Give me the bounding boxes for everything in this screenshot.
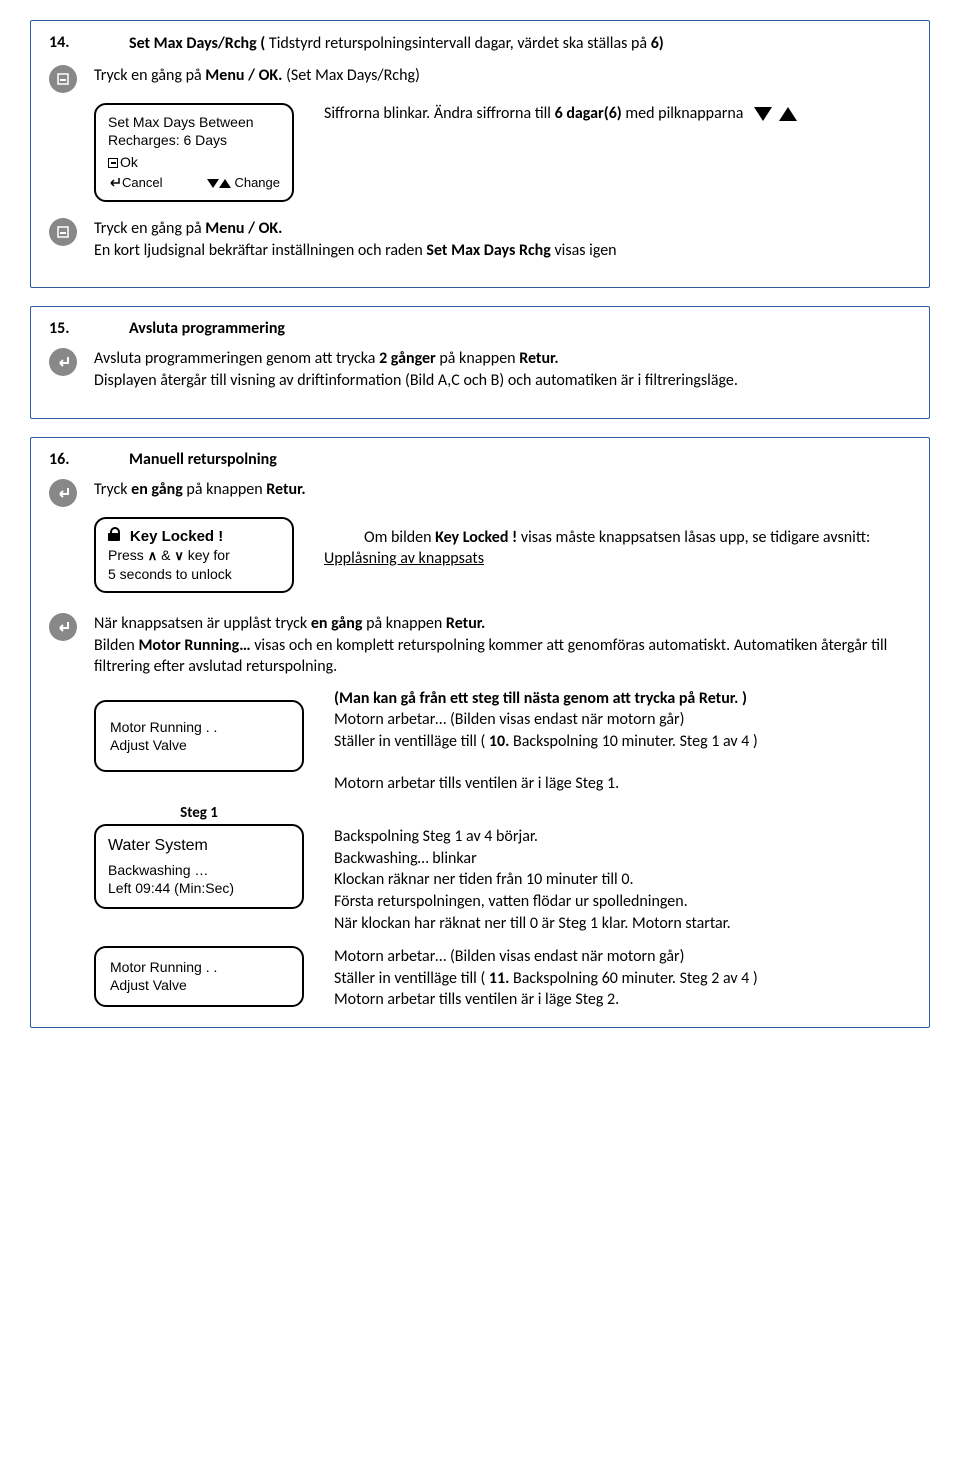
m1-t1: Motorn arbetar… (Bilden visas endast när… bbox=[334, 709, 911, 731]
menu-ok-icon bbox=[49, 65, 77, 93]
after-line1: När knappsatsen är upplåst tryck en gång… bbox=[94, 613, 911, 635]
s15-line2: Displayen återgår till visning av drifti… bbox=[94, 370, 738, 392]
ws-right: Backspolning Steg 1 av 4 börjar. Backwas… bbox=[334, 798, 911, 934]
lcd-water-system: Water System Backwashing … Left 09:44 (M… bbox=[94, 824, 304, 909]
left-lcd-col-2: Steg 1 Water System Backwashing … Left 0… bbox=[94, 798, 304, 909]
lcd-keylocked: Key Locked ! Press ∧ & ∨ key for 5 secon… bbox=[94, 517, 294, 594]
menu-icon-col-2 bbox=[49, 218, 94, 246]
section-14: 14. Set Max Days/Rchg ( Tidstyrd retursp… bbox=[30, 20, 930, 288]
menu-icon-col bbox=[49, 65, 94, 93]
lcd-line2: Recharges: 6 Days bbox=[108, 131, 280, 149]
keylock-right-text: Om bilden Key Locked ! visas måste knapp… bbox=[324, 517, 911, 570]
s16-press-text: Tryck en gång på knappen Retur. bbox=[94, 479, 306, 501]
section-number: 15. bbox=[49, 319, 129, 338]
return-icon-col-2 bbox=[49, 479, 94, 507]
lcd-and-instruction: Set Max Days Between Recharges: 6 Days O… bbox=[94, 103, 911, 203]
confirm-signal-text: En kort ljudsignal bekräftar inställning… bbox=[94, 240, 617, 262]
small-up-icon bbox=[219, 179, 231, 188]
lcd-motor2-l2: Adjust Valve bbox=[110, 976, 288, 994]
s15-text: Avsluta programmeringen genom att trycka… bbox=[94, 348, 738, 391]
ws-l2: Backwashing … bbox=[108, 861, 290, 879]
press-menu-row-2: Tryck en gång på Menu / OK. En kort ljud… bbox=[49, 218, 911, 261]
s15-line1: Avsluta programmeringen genom att trycka… bbox=[94, 348, 738, 370]
section-number: 16. bbox=[49, 450, 129, 469]
heading-text: Avsluta programmering bbox=[129, 319, 285, 338]
confirm-text-block: Tryck en gång på Menu / OK. En kort ljud… bbox=[94, 218, 617, 261]
motor1-right: (Man kan gå från ett steg till nästa gen… bbox=[334, 688, 911, 794]
step1-label: Steg 1 bbox=[94, 804, 304, 822]
after-line2: Bilden Motor Running… visas och en kompl… bbox=[94, 635, 911, 678]
chevron-down-icon: ∨ bbox=[174, 548, 184, 565]
ws-t5: När klockan har räknat ner till 0 är Ste… bbox=[334, 913, 911, 935]
keylock-row: Key Locked ! Press ∧ & ∨ key for 5 secon… bbox=[94, 517, 911, 594]
press-menu-row-1: Tryck en gång på Menu / OK. (Set Max Day… bbox=[49, 65, 911, 93]
ws-t1: Backspolning Steg 1 av 4 börjar. bbox=[334, 826, 911, 848]
return-icon bbox=[49, 348, 77, 376]
lcd-ok-icon bbox=[108, 158, 118, 168]
ws-t4: Första returspolningen, vatten flödar ur… bbox=[334, 891, 911, 913]
keylock-l2: Press ∧ & ∨ key for bbox=[108, 546, 280, 565]
ws-l1: Water System bbox=[108, 836, 290, 857]
keylock-l3: 5 seconds to unlock bbox=[108, 565, 280, 583]
m1-gap: Motorn arbetar tills ventilen är i läge … bbox=[334, 773, 911, 795]
chevron-up-icon: ∧ bbox=[148, 548, 158, 565]
lcd-change: Change bbox=[207, 175, 280, 192]
lcd-ok-row: Ok bbox=[108, 153, 280, 171]
arrow-down-icon bbox=[754, 107, 772, 121]
return-icon-col bbox=[49, 348, 94, 376]
m2-t3: Motorn arbetar tills ventilen är i läge … bbox=[334, 989, 911, 1011]
lcd-motor1-l2: Adjust Valve bbox=[110, 736, 288, 754]
heading-14: 14. Set Max Days/Rchg ( Tidstyrd retursp… bbox=[49, 33, 911, 55]
lcd-motor-2: Motor Running . . Adjust Valve bbox=[94, 946, 304, 1006]
small-down-icon bbox=[207, 179, 219, 188]
lcd-motor2-l1: Motor Running . . bbox=[110, 958, 288, 976]
return-icon-col-3 bbox=[49, 613, 94, 641]
menu-ok-icon bbox=[49, 218, 77, 246]
return-icon bbox=[49, 613, 77, 641]
section-16: 16. Manuell returspolning Tryck en gång … bbox=[30, 437, 930, 1028]
heading-16: 16. Manuell returspolning bbox=[49, 450, 911, 469]
bold-instruction: (Man kan gå från ett steg till nästa gen… bbox=[334, 688, 911, 710]
change-digits-text: Siffrorna blinkar. Ändra siffrorna till … bbox=[324, 103, 911, 125]
return-icon bbox=[49, 479, 77, 507]
heading-15: 15. Avsluta programmering bbox=[49, 319, 911, 338]
s16-after-row: När knappsatsen är upplåst tryck en gång… bbox=[49, 613, 911, 678]
m2-t1: Motorn arbetar… (Bilden visas endast när… bbox=[334, 946, 911, 968]
lock-icon bbox=[108, 527, 120, 541]
heading-text: Manuell returspolning bbox=[129, 450, 277, 469]
lcd-line1: Set Max Days Between bbox=[108, 113, 280, 131]
lcd-motor1-l1: Motor Running . . bbox=[110, 718, 288, 736]
motor2-right: Motorn arbetar… (Bilden visas endast när… bbox=[334, 946, 911, 1011]
s16-press-row: Tryck en gång på knappen Retur. bbox=[49, 479, 911, 507]
lcd-bottom-row: Cancel Change bbox=[108, 175, 280, 192]
section-number: 14. bbox=[49, 33, 129, 52]
water-system-block: Steg 1 Water System Backwashing … Left 0… bbox=[94, 798, 911, 934]
motor-block-2: Motor Running . . Adjust Valve Motorn ar… bbox=[94, 946, 911, 1011]
arrow-up-icon bbox=[779, 107, 797, 121]
section-15: 15. Avsluta programmering Avsluta progra… bbox=[30, 306, 930, 418]
section-15-body: Avsluta programmeringen genom att trycka… bbox=[49, 348, 911, 391]
s16-after-text: När knappsatsen är upplåst tryck en gång… bbox=[94, 613, 911, 678]
heading-text: Set Max Days/Rchg ( Tidstyrd returspolni… bbox=[129, 33, 664, 55]
m1-t2: Ställer in ventilläge till ( 10. Backspo… bbox=[334, 731, 911, 753]
ws-l3: Left 09:44 (Min:Sec) bbox=[108, 879, 290, 897]
left-lcd-col-3: Motor Running . . Adjust Valve bbox=[94, 946, 304, 1006]
ws-t2: Backwashing… blinkar bbox=[334, 848, 911, 870]
press-menu-text-1: Tryck en gång på Menu / OK. (Set Max Day… bbox=[94, 65, 420, 87]
m2-t2: Ställer in ventilläge till ( 11. Backspo… bbox=[334, 968, 911, 990]
ws-t3: Klockan räknar ner tiden från 10 minuter… bbox=[334, 869, 911, 891]
keylock-l1: Key Locked ! bbox=[108, 527, 280, 547]
press-menu-text-2: Tryck en gång på Menu / OK. bbox=[94, 218, 617, 240]
lcd-cancel: Cancel bbox=[108, 175, 162, 192]
lcd-cancel-icon bbox=[108, 175, 120, 192]
lcd-motor-1: Motor Running . . Adjust Valve bbox=[94, 700, 304, 772]
motor-block-1: Motor Running . . Adjust Valve (Man kan … bbox=[94, 688, 911, 794]
left-lcd-col-1: Motor Running . . Adjust Valve bbox=[94, 688, 304, 772]
lcd-max-days: Set Max Days Between Recharges: 6 Days O… bbox=[94, 103, 294, 203]
